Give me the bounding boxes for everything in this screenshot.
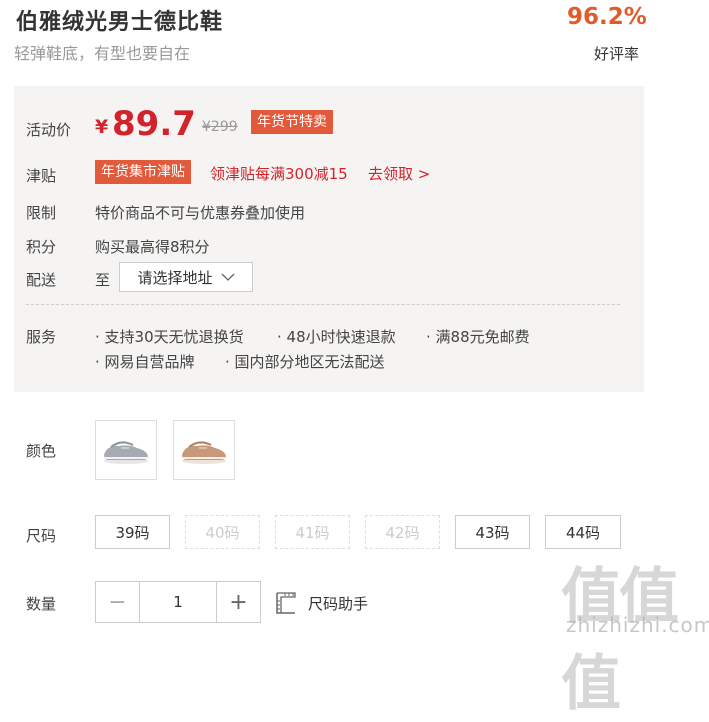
points-label: 积分 [26, 238, 57, 256]
watermark-url: zhizhizhi.com [566, 613, 709, 637]
address-select-label: 请选择地址 [137, 268, 213, 287]
quantity-stepper: − 1 + [95, 581, 261, 623]
color-label: 颜色 [26, 442, 57, 460]
chevron-down-icon [221, 268, 235, 286]
service-item: · 国内部分地区无法配送 [225, 353, 385, 371]
decrement-button[interactable]: − [96, 582, 139, 622]
rating-label: 好评率 [594, 45, 640, 63]
shoe-grey-image [104, 441, 148, 464]
color-swatch-tan[interactable] [173, 420, 235, 480]
promo-badge: 年货节特卖 [251, 110, 333, 134]
delivery-label: 配送 [26, 271, 57, 289]
limit-label: 限制 [26, 204, 57, 222]
product-title: 伯雅绒光男士德比鞋 [16, 10, 224, 35]
claim-subsidy-link[interactable]: 去领取 > [368, 163, 430, 184]
shoe-tan-image [182, 441, 226, 464]
size-option: 40码 [185, 515, 260, 549]
quantity-input[interactable]: 1 [139, 582, 217, 622]
product-subtitle: 轻弹鞋底，有型也要自在 [14, 44, 191, 63]
size-option: 41码 [275, 515, 350, 549]
subsidy-label: 津贴 [26, 167, 57, 185]
size-guide-link[interactable]: 尺码助手 [308, 593, 368, 614]
size-option[interactable]: 39码 [95, 515, 170, 549]
subsidy-badge: 年货集市津贴 [95, 160, 191, 184]
rating-value: 96.2% [567, 4, 647, 30]
service-item: · 48小时快速退款 [277, 328, 396, 346]
subsidy-text[interactable]: 领津贴每满300减15 [210, 163, 348, 184]
points-text: 购买最高得8积分 [95, 238, 210, 256]
size-option[interactable]: 44码 [545, 515, 621, 549]
limit-text: 特价商品不可与优惠券叠加使用 [95, 204, 306, 222]
price-label: 活动价 [26, 121, 72, 139]
ruler-icon [275, 591, 297, 619]
size-option[interactable]: 43码 [455, 515, 530, 549]
quantity-label: 数量 [26, 595, 57, 613]
service-item: · 网易自营品牌 [95, 353, 195, 371]
original-price: ¥299 [202, 119, 238, 135]
divider [26, 304, 620, 305]
service-label: 服务 [26, 328, 57, 346]
increment-button[interactable]: + [217, 582, 260, 622]
size-option: 42码 [365, 515, 440, 549]
service-item: · 支持30天无忧退换货 [95, 328, 244, 346]
color-swatch-grey[interactable] [95, 420, 157, 480]
size-label: 尺码 [26, 527, 57, 545]
address-select[interactable]: 请选择地址 [119, 262, 253, 292]
price-currency: ¥ [95, 116, 109, 138]
service-item: · 满88元免邮费 [426, 328, 530, 346]
delivery-to: 至 [95, 271, 111, 289]
price-amount: 89.7 [112, 104, 196, 144]
